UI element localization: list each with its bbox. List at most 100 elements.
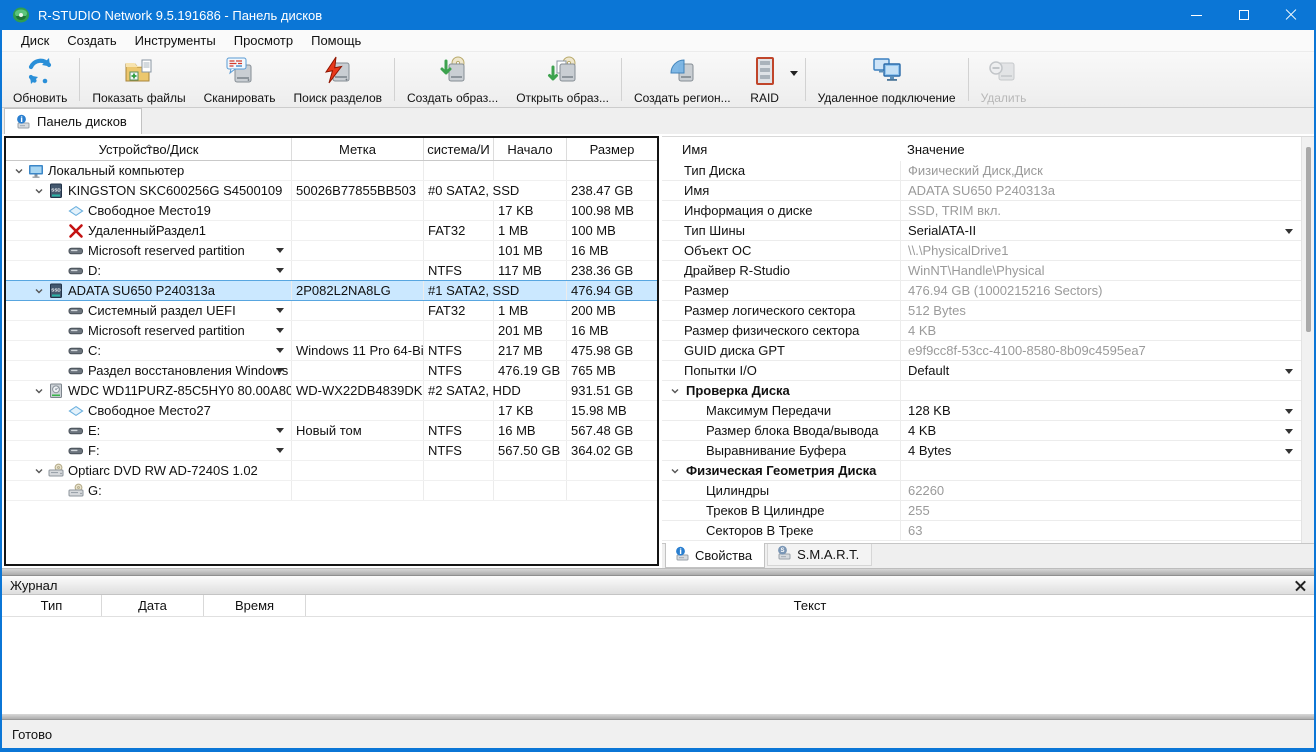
log-column-header[interactable]: Дата: [102, 595, 204, 616]
maximize-button[interactable]: [1220, 0, 1267, 30]
device-row[interactable]: C:Windows 11 Pro 64-BitNTFS217 MB475.98 …: [6, 341, 657, 361]
expand-chevron-icon[interactable]: [34, 186, 44, 196]
log-column-header[interactable]: Время: [204, 595, 306, 616]
device-name: Системный раздел UEFI: [88, 303, 236, 318]
property-row[interactable]: Попытки I/ODefault: [662, 361, 1301, 381]
device-row[interactable]: WDC WD11PURZ-85C5HY0 80.00A80WD-WX22DB48…: [6, 381, 657, 401]
property-row: Информация о дискеSSD, TRIM вкл.: [662, 201, 1301, 221]
remote-connection-button[interactable]: Удаленное подключение: [809, 53, 965, 107]
group-chevron-icon[interactable]: [670, 466, 680, 476]
menu-item-0[interactable]: Диск: [12, 30, 58, 51]
device-row[interactable]: SSDKINGSTON SKC600256G S450010950026B778…: [6, 181, 657, 201]
label-cell: [292, 241, 424, 260]
vertical-scrollbar[interactable]: [1301, 137, 1314, 543]
device-row[interactable]: D:NTFS117 MB238.36 GB: [6, 261, 657, 281]
open-image-button[interactable]: Открыть образ...: [507, 53, 618, 107]
expand-chevron-icon[interactable]: [34, 286, 44, 296]
menu-item-3[interactable]: Просмотр: [225, 30, 302, 51]
device-row[interactable]: Раздел восстановления WindowsNTFS476.19 …: [6, 361, 657, 381]
value-dropdown-icon[interactable]: [1285, 409, 1293, 414]
partition-dropdown-icon[interactable]: [276, 448, 284, 453]
log-body: [2, 617, 1314, 714]
label-cell: 2P082L2NA8LG: [292, 281, 424, 300]
app-window: R-STUDIO Network 9.5.191686 - Панель дис…: [0, 0, 1316, 752]
size-cell: 364.02 GB: [567, 441, 657, 460]
partition-dropdown-icon[interactable]: [276, 368, 284, 373]
device-row[interactable]: F:NTFS567.50 GB364.02 GB: [6, 441, 657, 461]
ssd-icon: SSD: [48, 283, 64, 299]
device-row[interactable]: E:Новый томNTFS16 MB567.48 GB: [6, 421, 657, 441]
device-row[interactable]: Optiarc DVD RW AD-7240S 1.02: [6, 461, 657, 481]
create-region-button[interactable]: Создать регион...: [625, 53, 740, 107]
device-column-header[interactable]: Устройство/Диск: [6, 138, 292, 160]
device-row[interactable]: Свободное Место2717 KB15.98 MB: [6, 401, 657, 421]
partition-dropdown-icon[interactable]: [276, 428, 284, 433]
device-row[interactable]: Системный раздел UEFIFAT321 MB200 MB: [6, 301, 657, 321]
menu-item-4[interactable]: Помощь: [302, 30, 370, 51]
log-column-header[interactable]: Текст: [306, 595, 1314, 616]
property-rows: Тип ДискаФизический Диск,ДискИмяADATA SU…: [662, 161, 1301, 541]
expand-chevron-icon[interactable]: [34, 466, 44, 476]
value-dropdown-icon[interactable]: [1285, 449, 1293, 454]
log-column-header[interactable]: Тип: [2, 595, 102, 616]
create-image-button[interactable]: Создать образ...: [398, 53, 507, 107]
partition-dropdown-icon[interactable]: [276, 308, 284, 313]
tab-smart[interactable]: SS.M.A.R.T.: [767, 544, 872, 566]
property-row[interactable]: Тип ШиныSerialATA-II: [662, 221, 1301, 241]
close-button[interactable]: [1267, 0, 1314, 30]
device-row[interactable]: Microsoft reserved partition101 MB16 MB: [6, 241, 657, 261]
value-dropdown-icon[interactable]: [1285, 369, 1293, 374]
log-splitter[interactable]: [2, 568, 1314, 576]
minimize-button[interactable]: [1173, 0, 1220, 30]
device-column-header[interactable]: Размер: [567, 138, 657, 160]
dvd-icon: [48, 463, 64, 479]
property-row[interactable]: Размер блока Ввода/вывода4 KB: [662, 421, 1301, 441]
property-value[interactable]: 4 KB: [900, 421, 1301, 440]
value-dropdown-icon[interactable]: [1285, 229, 1293, 234]
expand-chevron-icon[interactable]: [34, 386, 44, 396]
find-partitions-button[interactable]: Поиск разделов: [285, 53, 392, 107]
device-column-header[interactable]: система/И: [424, 138, 494, 160]
partition-dropdown-icon[interactable]: [276, 248, 284, 253]
device-row[interactable]: G:: [6, 481, 657, 501]
property-row[interactable]: Максимум Передачи128 KB: [662, 401, 1301, 421]
size-cell: [567, 161, 657, 180]
partition-dropdown-icon[interactable]: [276, 268, 284, 273]
value-dropdown-icon[interactable]: [1285, 429, 1293, 434]
tab-properties[interactable]: Свойства: [665, 543, 765, 568]
device-column-header[interactable]: Начало: [494, 138, 567, 160]
property-row[interactable]: Выравнивание Буфера4 Bytes: [662, 441, 1301, 461]
property-value[interactable]: 128 KB: [900, 401, 1301, 420]
device-name: F:: [88, 443, 100, 458]
property-value[interactable]: 4 Bytes: [900, 441, 1301, 460]
scan-button[interactable]: Сканировать: [195, 53, 285, 107]
device-row[interactable]: УдаленныйРаздел1FAT321 MB100 MB: [6, 221, 657, 241]
tab-disk-panel[interactable]: Панель дисков: [4, 108, 142, 134]
device-row[interactable]: Microsoft reserved partition201 MB16 MB: [6, 321, 657, 341]
close-icon: [1285, 9, 1297, 21]
partition-dropdown-icon[interactable]: [276, 328, 284, 333]
partition-dropdown-icon[interactable]: [276, 348, 284, 353]
log-table-header: ТипДатаВремяТекст: [2, 595, 1314, 617]
expand-chevron-icon[interactable]: [14, 166, 24, 176]
show-files-button[interactable]: Показать файлы: [83, 53, 194, 107]
property-value[interactable]: SerialATA-II: [900, 221, 1301, 240]
property-value: SSD, TRIM вкл.: [900, 201, 1301, 220]
device-column-header[interactable]: Метка: [292, 138, 424, 160]
menu-item-2[interactable]: Инструменты: [126, 30, 225, 51]
property-row: Объект ОС\\.\PhysicalDrive1: [662, 241, 1301, 261]
raid-dropdown-icon[interactable]: [790, 71, 798, 76]
properties-col-value: Значение: [900, 137, 1301, 161]
menu-item-1[interactable]: Создать: [58, 30, 125, 51]
raid-button[interactable]: RAID: [740, 53, 790, 107]
property-name: Имя: [684, 183, 709, 198]
property-value[interactable]: Default: [900, 361, 1301, 380]
scrollbar-thumb[interactable]: [1306, 147, 1311, 332]
device-row[interactable]: Свободное Место1917 KB100.98 MB: [6, 201, 657, 221]
log-close-icon[interactable]: [1295, 580, 1306, 591]
device-row-selected[interactable]: SSDADATA SU650 P240313a2P082L2NA8LG#1 SA…: [6, 280, 657, 301]
device-row[interactable]: Локальный компьютер: [6, 161, 657, 181]
group-chevron-icon[interactable]: [670, 386, 680, 396]
refresh-button[interactable]: Обновить: [4, 53, 76, 107]
properties-col-name: Имя: [662, 137, 900, 161]
